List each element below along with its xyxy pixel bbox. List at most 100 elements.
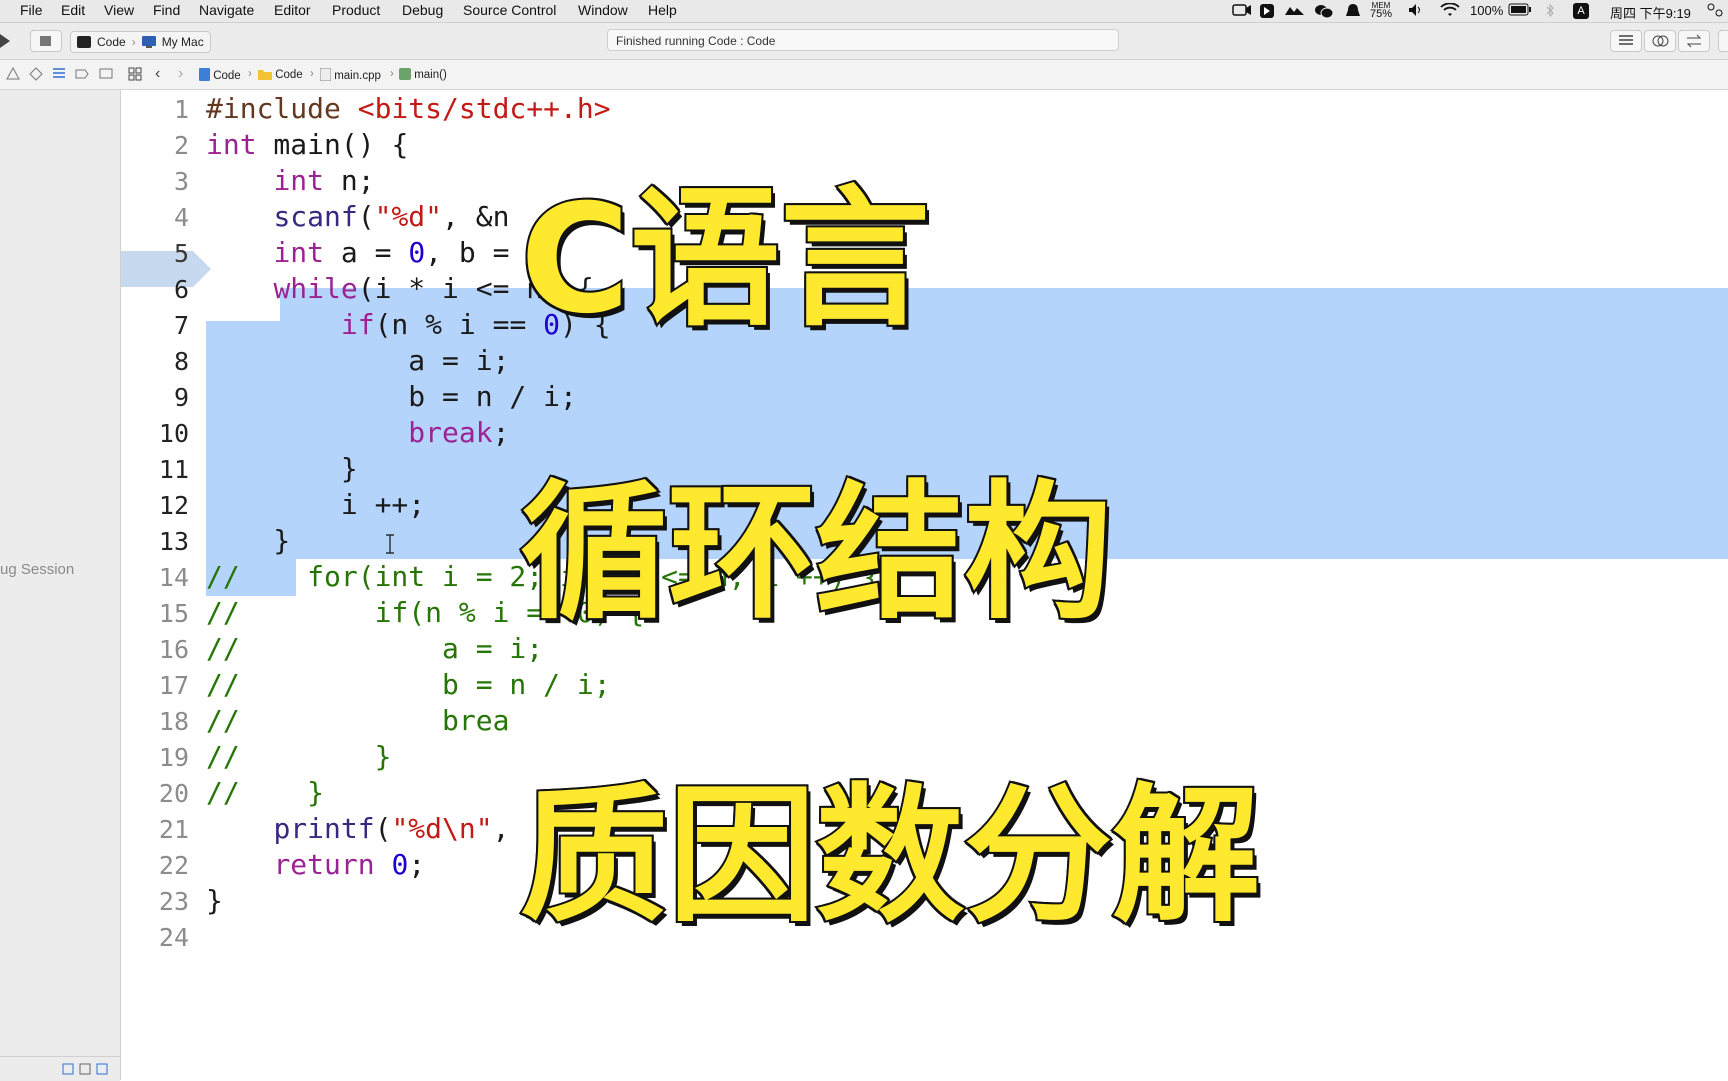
crumb-function[interactable]: main() <box>399 68 447 81</box>
app-status-icon[interactable] <box>1259 3 1275 22</box>
crumb-label: Code <box>213 70 241 82</box>
code-line[interactable]: break; <box>206 416 509 449</box>
code-line[interactable]: // a = i; <box>206 632 543 665</box>
code-line[interactable]: // } <box>206 740 391 773</box>
line-number: 16 <box>158 635 189 664</box>
standard-editor-button[interactable] <box>1610 30 1642 52</box>
code-line[interactable]: printf("%d\n", <box>206 812 526 845</box>
menu-window[interactable]: Window <box>578 2 628 18</box>
project-icon <box>199 68 210 81</box>
chevron-right-icon: › <box>390 68 394 80</box>
folder-icon <box>258 70 272 80</box>
code-line[interactable]: scanf("%d", &n <box>206 200 509 233</box>
rings-icon <box>1652 35 1669 47</box>
scheme-selector[interactable]: Code › My Mac <box>70 31 211 53</box>
code-line[interactable]: // brea <box>206 704 509 737</box>
filter-icon[interactable] <box>62 1062 74 1080</box>
menu-editor[interactable]: Editor <box>274 2 311 18</box>
line-number: 20 <box>158 779 189 808</box>
tag-icon[interactable] <box>75 67 89 86</box>
warning-icon[interactable] <box>6 66 20 85</box>
lines-icon <box>1619 35 1633 45</box>
menu-navigate[interactable]: Navigate <box>199 2 254 18</box>
code-line[interactable]: } <box>206 524 290 557</box>
menu-product[interactable]: Product <box>332 2 380 18</box>
line-number: 5 <box>173 239 189 268</box>
code-line[interactable]: // b = n / i; <box>206 668 611 701</box>
mac-icon <box>141 36 156 48</box>
filter-icon[interactable] <box>96 1062 108 1080</box>
control-center-icon[interactable] <box>1706 3 1724 20</box>
line-number: 24 <box>158 923 189 952</box>
ibeam-cursor-icon <box>386 534 394 554</box>
line-number: 12 <box>158 491 189 520</box>
code-line[interactable]: b = n / i; <box>206 380 577 413</box>
line-number: 6 <box>173 275 189 304</box>
memory-status[interactable]: MEM 75% <box>1370 1 1393 20</box>
debug-navigator: ug Session <box>0 90 121 1081</box>
code-line[interactable]: } <box>206 884 223 917</box>
menu-debug[interactable]: Debug <box>402 2 443 18</box>
crumb-folder[interactable]: Code <box>258 68 303 81</box>
input-method-indicator[interactable]: A <box>1573 3 1589 19</box>
run-icon[interactable] <box>0 34 10 53</box>
filter-icon[interactable] <box>79 1062 91 1080</box>
battery-percent: 100% <box>1470 3 1504 18</box>
line-number: 2 <box>173 131 189 160</box>
code-line[interactable]: return 0; <box>206 848 425 881</box>
jump-bar: ‹ › Code › Code › main.cpp › main() <box>0 60 1728 90</box>
cloud-sync-icon[interactable] <box>1284 3 1306 20</box>
clock[interactable]: 周四 下午9:19 <box>1610 3 1691 22</box>
qq-icon[interactable] <box>1346 3 1360 22</box>
menu-file[interactable]: File <box>20 2 43 18</box>
line-number: 3 <box>173 167 189 196</box>
bluetooth-icon[interactable] <box>1545 3 1555 21</box>
assistant-editor-button[interactable] <box>1644 30 1676 52</box>
crumb-file[interactable]: main.cpp <box>319 67 381 82</box>
xcode-toolbar: Code › My Mac Finished running Code : Co… <box>0 23 1728 60</box>
debug-session-label: ug Session <box>0 561 75 578</box>
forward-icon[interactable]: › <box>178 65 183 83</box>
line-number: 13 <box>158 527 189 556</box>
code-line[interactable]: } <box>206 452 358 485</box>
menu-source-control[interactable]: Source Control <box>463 2 556 18</box>
battery-icon[interactable] <box>1508 3 1532 19</box>
wechat-icon[interactable] <box>1314 3 1334 22</box>
related-items-icon[interactable] <box>128 67 142 86</box>
code-line[interactable]: i ++; <box>206 488 425 521</box>
code-line[interactable]: int main() { <box>206 128 408 161</box>
code-line[interactable]: #include <bits/stdc++.h> <box>206 92 611 125</box>
back-icon[interactable]: ‹ <box>155 65 160 83</box>
overlay-title-line3: 质因数分解 <box>518 768 1262 944</box>
version-editor-button[interactable] <box>1678 30 1710 52</box>
line-number: 22 <box>158 851 189 880</box>
code-line[interactable]: int a = 0, b = <box>206 236 509 269</box>
stop-button[interactable] <box>30 30 62 52</box>
message-icon[interactable] <box>99 67 113 86</box>
menu-bar: File Edit View Find Navigate Editor Prod… <box>0 0 1728 23</box>
code-line[interactable]: // } <box>206 776 324 809</box>
line-number: 8 <box>173 347 189 376</box>
crumb-label: main() <box>414 69 447 81</box>
menu-view[interactable]: View <box>104 2 134 18</box>
destination-name: My Mac <box>161 35 204 49</box>
breakpoint-navigator-icon[interactable] <box>29 67 43 86</box>
menu-help[interactable]: Help <box>648 2 677 18</box>
line-number: 19 <box>158 743 189 772</box>
volume-icon[interactable] <box>1408 3 1424 20</box>
code-line[interactable]: int n; <box>206 164 374 197</box>
mem-value: 75% <box>1370 8 1393 20</box>
inspector-toggle-button[interactable] <box>1718 30 1728 52</box>
cpp-file-icon <box>319 67 332 82</box>
list-navigator-icon[interactable] <box>52 67 66 86</box>
line-number: 17 <box>158 671 189 700</box>
line-number: 1 <box>173 95 189 124</box>
terminal-icon <box>77 36 91 48</box>
wifi-icon[interactable] <box>1440 2 1460 20</box>
overlay-title-line1: C语言 <box>518 171 932 349</box>
code-line[interactable]: a = i; <box>206 344 509 377</box>
menu-edit[interactable]: Edit <box>61 2 85 18</box>
screen-record-icon[interactable] <box>1232 3 1252 20</box>
crumb-project[interactable]: Code <box>199 68 241 82</box>
menu-find[interactable]: Find <box>153 2 180 18</box>
